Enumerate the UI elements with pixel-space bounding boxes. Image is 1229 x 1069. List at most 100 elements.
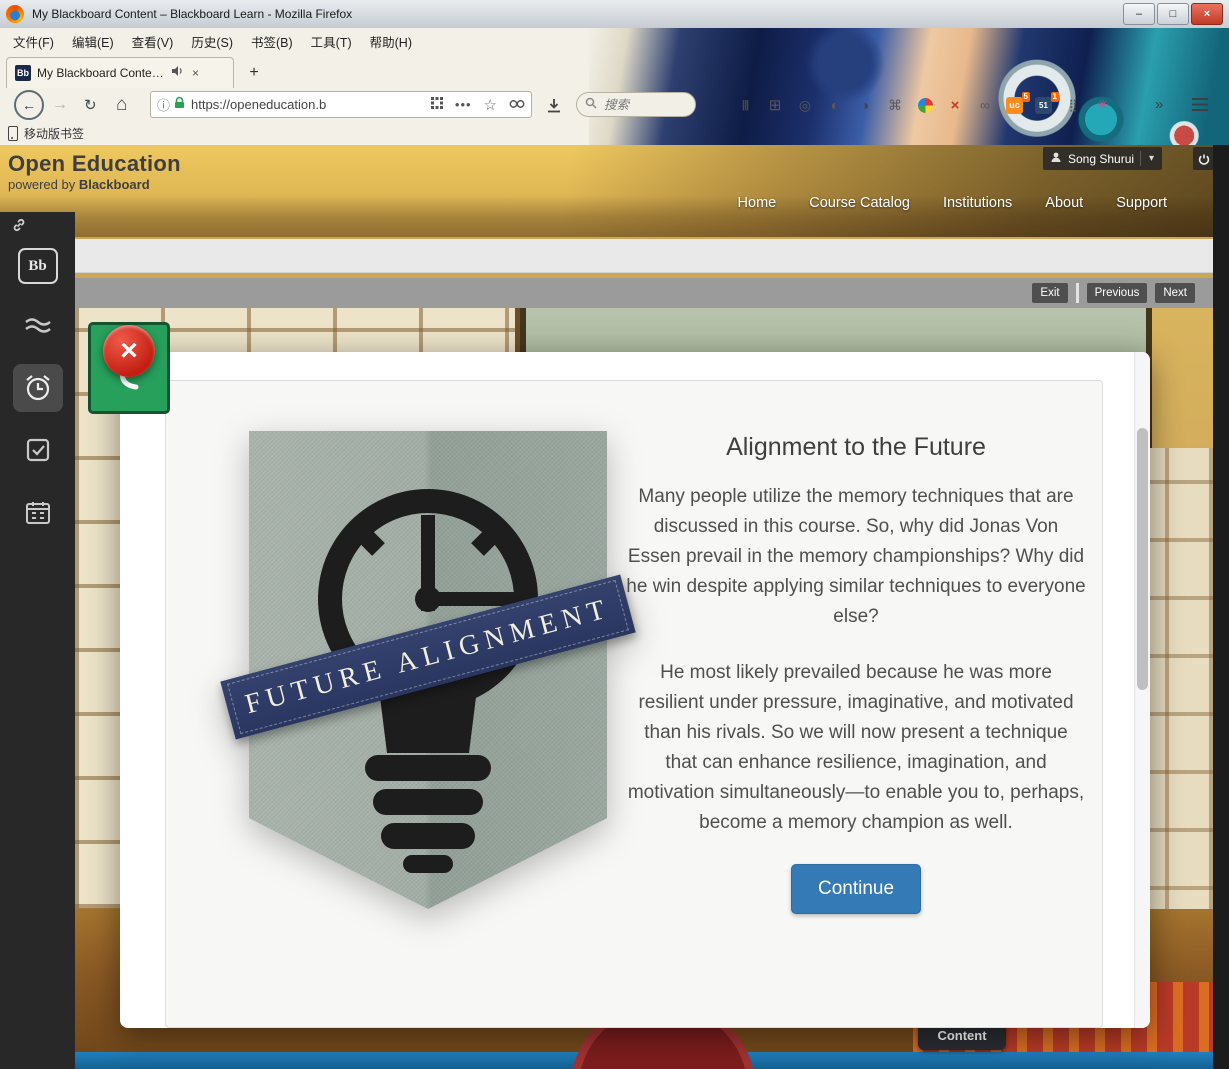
calendar-icon: [25, 502, 50, 524]
nav-course-catalog[interactable]: Course Catalog: [809, 195, 910, 211]
pocket-icon[interactable]: [509, 96, 525, 114]
tab-title: My Blackboard Content –: [37, 66, 165, 80]
forward-button[interactable]: →: [52, 88, 68, 122]
activity-stream-icon: [24, 318, 51, 333]
home-button[interactable]: ⌂: [116, 88, 127, 122]
user-icon: [1050, 151, 1062, 166]
pinwheel-icon[interactable]: [916, 96, 934, 114]
window-titlebar: My Blackboard Content – Blackboard Learn…: [0, 0, 1229, 29]
lesson-modal: FUTURE ALIGNMENT Alignment to the Future…: [120, 352, 1150, 1028]
sidebar-item-blackboard[interactable]: Bb: [0, 248, 75, 284]
exit-button[interactable]: Exit: [1032, 283, 1068, 303]
nav-support[interactable]: Support: [1116, 195, 1167, 211]
red-mark-icon[interactable]: ×: [946, 96, 964, 114]
uc-badge: 5: [1021, 91, 1030, 102]
uc-browser-icon[interactable]: uc 5: [1006, 91, 1030, 114]
nav-institutions[interactable]: Institutions: [943, 195, 1012, 211]
reload-button[interactable]: ↻: [84, 88, 97, 122]
bookmarks-bar: 移动版书签: [0, 122, 1229, 145]
browser-chrome: 文件(F) 编辑(E) 查看(V) 历史(S) 书签(B) 工具(T) 帮助(H…: [0, 28, 1229, 145]
firefox-window: My Blackboard Content – Blackboard Learn…: [0, 0, 1229, 1069]
hamburger-menu-icon[interactable]: [1192, 98, 1208, 111]
flower-icon[interactable]: ✳: [1094, 96, 1112, 114]
tab-close-icon[interactable]: ×: [192, 66, 199, 80]
minimize-button[interactable]: –: [1123, 3, 1155, 25]
slide-text: Alignment to the Future Many people util…: [626, 433, 1086, 914]
screenshot-icon[interactable]: ◎: [796, 96, 814, 114]
user-name: Song Shurui: [1068, 151, 1135, 166]
blackboard-favicon: Bb: [15, 65, 31, 81]
notes-badge: 1: [1050, 91, 1059, 102]
tab-bar: Bb My Blackboard Content – × +: [0, 55, 1229, 88]
previous-button[interactable]: Previous: [1086, 283, 1148, 303]
maximize-button[interactable]: □: [1157, 3, 1189, 25]
future-alignment-badge: FUTURE ALIGNMENT: [220, 431, 636, 909]
content-area: Exit Previous Next Content FUTURE ALIGNM…: [75, 237, 1213, 1069]
close-window-button[interactable]: ×: [1191, 3, 1223, 25]
url-text[interactable]: https://openeducation.b: [191, 97, 427, 112]
site-header: Open Education powered by Blackboard Son…: [0, 145, 1229, 237]
command-icon[interactable]: ⌘: [886, 96, 904, 114]
blackboard-logo-icon: Bb: [17, 248, 58, 284]
menu-help[interactable]: 帮助(H): [361, 28, 421, 55]
logout-power-button[interactable]: [1193, 147, 1214, 170]
back-button[interactable]: ←: [14, 88, 44, 122]
page-actions-icon[interactable]: •••: [455, 97, 472, 112]
search-input[interactable]: [602, 96, 686, 113]
window-title: My Blackboard Content – Blackboard Learn…: [32, 7, 353, 21]
mobile-bookmarks-folder[interactable]: 移动版书签: [24, 125, 84, 142]
mobile-bookmark-icon: [8, 126, 18, 141]
menu-bookmarks[interactable]: 书签(B): [242, 28, 302, 55]
notes-icon[interactable]: 51 1: [1035, 91, 1059, 114]
page-right-gutter: [1213, 145, 1229, 1069]
search-icon: [585, 96, 597, 114]
slide-card: FUTURE ALIGNMENT Alignment to the Future…: [165, 380, 1103, 1028]
menu-tools[interactable]: 工具(T): [302, 28, 361, 55]
sidebar-item-timeline[interactable]: [13, 364, 63, 412]
crop-icon[interactable]: ⊞: [766, 96, 784, 114]
library-icon[interactable]: |||: [736, 96, 754, 114]
menu-history[interactable]: 历史(S): [182, 28, 242, 55]
user-menu[interactable]: Song Shurui ▾: [1043, 147, 1163, 170]
chevron-down-icon[interactable]: ▾: [1140, 151, 1158, 166]
bookmark-star-icon[interactable]: ☆: [484, 96, 497, 114]
overflow-chevrons-icon[interactable]: »: [1155, 96, 1163, 113]
active-tab[interactable]: Bb My Blackboard Content – ×: [6, 57, 234, 88]
downloads-icon[interactable]: [546, 88, 562, 122]
menu-file[interactable]: 文件(F): [4, 28, 63, 55]
next-button[interactable]: Next: [1155, 283, 1195, 303]
close-overlay-button[interactable]: ×: [103, 325, 155, 377]
nav-about[interactable]: About: [1045, 195, 1083, 211]
tab-audio-icon[interactable]: [171, 64, 184, 82]
lesson-nav-divider: [1075, 283, 1079, 303]
reader-disc-icon[interactable]: ◐: [826, 96, 844, 114]
link-icon: [12, 218, 26, 237]
dark-disc-icon[interactable]: ◑: [856, 96, 874, 114]
modal-scrollbar-thumb[interactable]: [1137, 428, 1148, 690]
new-tab-button[interactable]: +: [242, 61, 266, 85]
qr-grid-icon[interactable]: [430, 96, 443, 114]
assignments-check-icon: [26, 438, 49, 462]
sidebar-item-assignments[interactable]: [0, 436, 75, 464]
chain-icon[interactable]: ∞: [976, 96, 994, 114]
navigation-toolbar: ← → ↻ ⌂ ⓘ https://openeducation.b ••• ☆: [0, 88, 1229, 122]
firefox-icon: [6, 5, 24, 23]
content-top-band: [75, 239, 1213, 273]
menu-bar: 文件(F) 编辑(E) 查看(V) 历史(S) 书签(B) 工具(T) 帮助(H…: [0, 28, 421, 54]
nav-home[interactable]: Home: [738, 195, 777, 211]
lesson-nav-bar: Exit Previous Next: [75, 278, 1213, 308]
site-nav: Home Course Catalog Institutions About S…: [738, 195, 1167, 211]
search-box[interactable]: [576, 92, 696, 117]
site-info-icon[interactable]: ⓘ: [157, 95, 170, 114]
https-lock-icon[interactable]: [174, 96, 185, 114]
dots-grid-icon[interactable]: ⣿: [1064, 96, 1082, 114]
extension-icons: ||| ⊞ ◎ ◐ ◑ ⌘ × ∞ uc 5 51 1 ⣿ ✳: [736, 88, 1112, 122]
continue-button[interactable]: Continue: [790, 864, 922, 914]
modal-scrollbar[interactable]: [1134, 352, 1150, 1028]
sidebar-item-calendar[interactable]: [0, 500, 75, 526]
lesson-stage: Content FUTURE ALIGNMENT Alignment to th…: [75, 308, 1213, 1069]
url-bar[interactable]: ⓘ https://openeducation.b ••• ☆: [150, 91, 532, 118]
sidebar-item-activity-stream[interactable]: [0, 314, 75, 336]
menu-edit[interactable]: 编辑(E): [63, 28, 123, 55]
menu-view[interactable]: 查看(V): [123, 28, 183, 55]
